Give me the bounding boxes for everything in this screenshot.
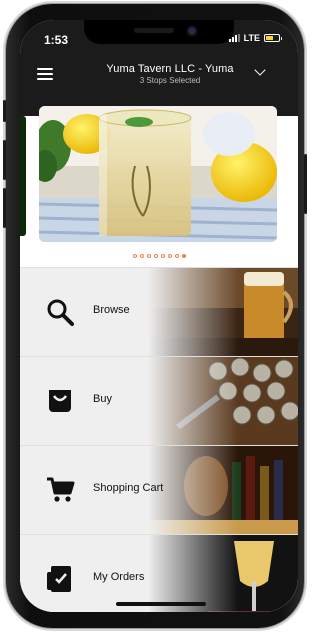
cart-icon: [47, 477, 75, 502]
notch: [84, 20, 234, 44]
carousel-dot[interactable]: [160, 254, 165, 258]
bag-icon: [49, 390, 71, 412]
menu-item-browse[interactable]: Browse: [20, 267, 298, 356]
carousel-dot[interactable]: [139, 254, 144, 258]
carousel-dot[interactable]: [132, 254, 137, 258]
mute-switch: [3, 100, 6, 122]
home-indicator[interactable]: [116, 602, 206, 606]
promo-banner-image[interactable]: [39, 106, 277, 242]
power-button: [304, 154, 307, 214]
menu-item-buy[interactable]: Buy: [20, 356, 298, 445]
stops-selected: 3 Stops Selected: [139, 76, 201, 85]
search-icon: [47, 299, 74, 326]
status-indicators: LTE: [228, 33, 282, 43]
front-camera: [188, 27, 196, 35]
menu-item-label: Browse: [93, 304, 130, 316]
main-menu: Browse Buy Shopping Cart My Orders: [20, 267, 298, 612]
menu-icon[interactable]: [37, 68, 53, 80]
menu-item-label: Shopping Cart: [93, 482, 164, 494]
menu-item-label: Buy: [93, 393, 112, 405]
carousel-dot[interactable]: [181, 254, 186, 258]
carousel-dot[interactable]: [153, 254, 158, 258]
carousel-indicators[interactable]: [20, 254, 298, 258]
cocktail-photo: [39, 106, 277, 242]
volume-up-button: [3, 140, 6, 180]
speaker: [134, 28, 174, 33]
status-time: 1:53: [44, 33, 69, 47]
carousel-dot[interactable]: [174, 254, 179, 258]
app-screen: 1:53 LTE Yuma Tavern LLC - Yuma 3 Stops …: [20, 20, 298, 612]
left-edge-strip: [20, 116, 26, 236]
carousel-dot[interactable]: [167, 254, 172, 258]
volume-down-button: [3, 188, 6, 228]
store-selector[interactable]: Yuma Tavern LLC - Yuma 3 Stops Selected: [80, 63, 266, 85]
app-header: 1:53 LTE Yuma Tavern LLC - Yuma 3 Stops …: [20, 20, 298, 116]
store-name: Yuma Tavern LLC - Yuma: [106, 63, 234, 75]
clipboard-icon: [47, 566, 71, 592]
menu-item-label: My Orders: [93, 571, 145, 583]
menu-item-shopping-cart[interactable]: Shopping Cart: [20, 445, 298, 534]
carousel-dot[interactable]: [146, 254, 151, 258]
signal-icon: [228, 34, 240, 42]
battery-icon: [264, 34, 282, 42]
network-type: LTE: [243, 33, 260, 43]
menu-item-my-orders[interactable]: My Orders: [20, 534, 298, 612]
